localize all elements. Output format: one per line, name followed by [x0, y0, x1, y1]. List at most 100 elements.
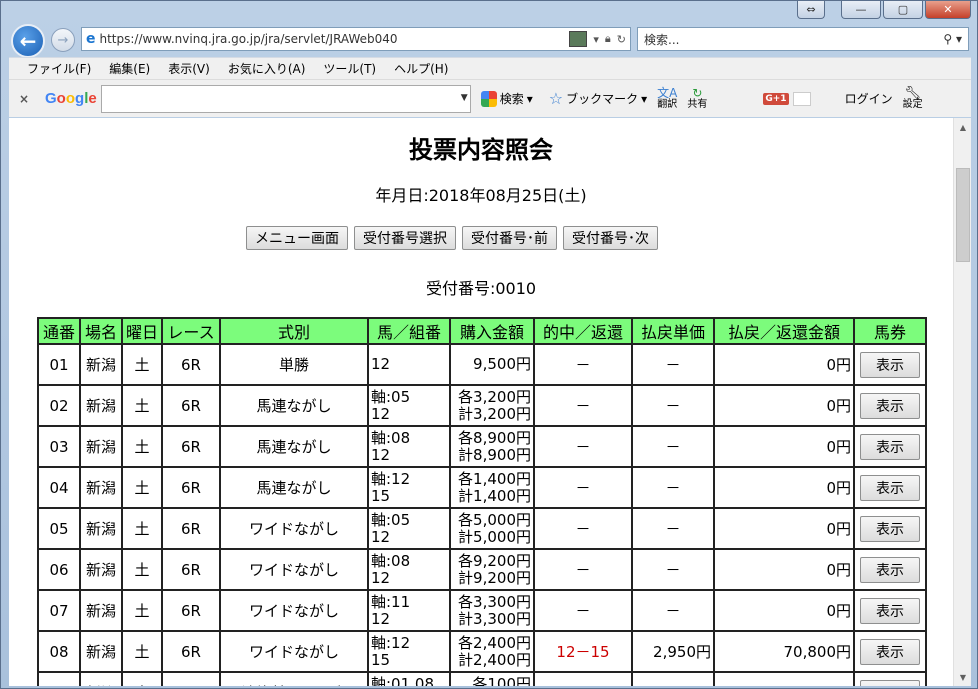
cell-payout: 0円 — [713, 425, 855, 468]
google-search-input[interactable]: ▼ — [100, 84, 471, 113]
compatibility-view-icon[interactable] — [569, 31, 588, 47]
receipt-select-button[interactable]: 受付番号選択 — [354, 226, 456, 250]
translate-button[interactable]: 文A 翻訳 — [657, 87, 677, 110]
menu-view[interactable]: 表示(V) — [168, 60, 210, 77]
cell-day: 土 — [121, 466, 163, 509]
show-ticket-button[interactable]: 表示 — [860, 474, 920, 501]
chevron-down-icon: ▾ — [526, 91, 533, 106]
cell-hit: － — [533, 343, 633, 386]
cell-no: 05 — [37, 507, 81, 550]
scroll-down-icon[interactable]: ▼ — [954, 668, 972, 686]
show-ticket-button[interactable]: 表示 — [860, 392, 920, 419]
show-ticket-button[interactable]: 表示 — [860, 515, 920, 542]
forward-button[interactable]: → — [51, 28, 75, 52]
menu-bar: ファイル(F) 編集(E) 表示(V) お気に入り(A) ツール(T) ヘルプ(… — [9, 57, 971, 79]
browser-window: ⇔ — ▢ ✕ ← → e https://www.nvinq.jra.go.j… — [0, 0, 978, 689]
address-bar[interactable]: e https://www.nvinq.jra.go.jp/jra/servle… — [81, 27, 631, 51]
google-search-button[interactable]: 検索 ▾ — [480, 90, 533, 107]
ticket-table: 通番 場名 曜日 レース 式別 馬／組番 購入金額 的中／返還 払戻単価 払戻／… — [37, 317, 927, 686]
menu-screen-button[interactable]: メニュー画面 — [246, 226, 348, 250]
address-url[interactable]: https://www.nvinq.jra.go.jp/jra/servlet/… — [100, 32, 398, 46]
cell-type: ワイドながし — [219, 548, 369, 591]
show-ticket-button[interactable]: 表示 — [860, 638, 920, 665]
minimize-button[interactable]: — — [841, 1, 881, 19]
cell-ticket: 表示 — [853, 384, 927, 427]
close-window-button[interactable]: ✕ — [925, 1, 971, 19]
browser-search-box[interactable]: 検索... ⚲ ▾ — [637, 27, 969, 51]
search-icon[interactable]: ⚲ ▾ — [943, 32, 968, 46]
horse-line-1: 軸:11 — [371, 592, 411, 611]
show-ticket-button[interactable]: 表示 — [860, 556, 920, 583]
menu-file[interactable]: ファイル(F) — [27, 60, 91, 77]
cell-unit: － — [631, 507, 715, 550]
scroll-thumb[interactable] — [956, 168, 970, 262]
browser-search-placeholder[interactable]: 検索... — [644, 31, 679, 48]
cell-amount: 各3,200円 計3,200円 — [449, 384, 535, 427]
google-search-icon — [480, 90, 497, 107]
show-ticket-button[interactable]: 表示 — [860, 597, 920, 624]
scroll-up-icon[interactable]: ▲ — [954, 118, 972, 136]
cell-venue: 新潟 — [79, 343, 123, 386]
receipt-prev-button[interactable]: 受付番号･前 — [462, 226, 557, 250]
header-payout: 払戻／返還金額 — [713, 317, 855, 345]
menu-edit[interactable]: 編集(E) — [109, 60, 150, 77]
chevron-down-icon: ▾ — [641, 91, 648, 106]
cell-day: 土 — [121, 425, 163, 468]
cell-type: 単勝 — [219, 343, 369, 386]
show-ticket-button[interactable]: 表示 — [860, 351, 920, 378]
cell-day: 土 — [121, 630, 163, 673]
restore-window-icon[interactable]: ⇔ — [797, 1, 825, 19]
horse-line-2: 12 — [371, 445, 391, 464]
vertical-scrollbar[interactable]: ▲ ▼ — [953, 118, 971, 686]
settings-button[interactable]: 🔧︎ 設定 — [903, 85, 923, 110]
cell-race: 6R — [161, 384, 221, 427]
horse-line-1: 軸:08 — [371, 428, 411, 447]
bookmark-button[interactable]: ☆ ブックマーク ▾ — [549, 89, 647, 108]
cell-race: 6R — [161, 466, 221, 509]
lock-icon[interactable]: 🔒︎ — [605, 32, 611, 46]
show-ticket-button[interactable]: 表示 — [860, 433, 920, 460]
back-button[interactable]: ← — [11, 24, 45, 58]
maximize-button[interactable]: ▢ — [883, 1, 923, 19]
header-no: 通番 — [37, 317, 81, 345]
header-unit: 払戻単価 — [631, 317, 715, 345]
cell-horses: 軸:05 12 — [367, 384, 451, 427]
amount-line-1: 9,500円 — [473, 355, 531, 373]
table-row: 01 新潟土 6R 単勝 12 9,500円－－ 0円 表示 — [37, 343, 927, 386]
cell-race: 6R — [161, 630, 221, 673]
cell-amount: 各3,300円 計3,300円 — [449, 589, 535, 632]
cell-type: ワイドながし — [219, 589, 369, 632]
cell-hit: － — [533, 466, 633, 509]
dropdown-arrow-icon[interactable]: ▾ — [593, 33, 599, 46]
refresh-icon[interactable]: ↻ — [617, 33, 626, 46]
cell-venue: 新潟 — [79, 671, 123, 686]
cell-unit: － — [631, 466, 715, 509]
show-ticket-button[interactable]: 表示 — [860, 679, 920, 686]
bookmark-label: ブックマーク — [566, 92, 639, 106]
cell-hit: － — [533, 671, 633, 686]
header-race: レース — [161, 317, 221, 345]
gplus-button[interactable]: G+1 — [763, 91, 811, 106]
menu-favorites[interactable]: お気に入り(A) — [228, 60, 306, 77]
cell-amount: 各9,200円 計9,200円 — [449, 548, 535, 591]
cell-race: 6R — [161, 548, 221, 591]
login-link[interactable]: ログイン — [845, 90, 893, 107]
share-button[interactable]: ↻ 共有 — [687, 87, 707, 110]
cell-payout: 0円 — [713, 589, 855, 632]
receipt-next-button[interactable]: 受付番号･次 — [563, 226, 658, 250]
wrench-icon: 🔧︎ — [904, 85, 921, 101]
toolbar-close-icon[interactable]: × — [19, 92, 33, 106]
cell-hit: － — [533, 589, 633, 632]
cell-type: 3連複軸2頭ながし — [219, 671, 369, 686]
nav-buttons: メニュー画面 受付番号選択 受付番号･前 受付番号･次 — [246, 226, 658, 250]
horse-line-2: 12 — [371, 568, 391, 587]
amount-line-2: 計9,200円 — [458, 568, 531, 587]
table-row: 04 新潟土 6R 馬連ながし 軸:12 15 各1,400円 計1,400円－－ 0円 表示 — [37, 466, 927, 509]
menu-help[interactable]: ヘルプ(H) — [394, 60, 448, 77]
chevron-down-icon[interactable]: ▼ — [461, 93, 468, 103]
menu-tools[interactable]: ツール(T) — [323, 60, 376, 77]
cell-ticket: 表示 — [853, 589, 927, 632]
cell-no: 03 — [37, 425, 81, 468]
cell-venue: 新潟 — [79, 384, 123, 427]
star-icon: ☆ — [548, 89, 564, 108]
